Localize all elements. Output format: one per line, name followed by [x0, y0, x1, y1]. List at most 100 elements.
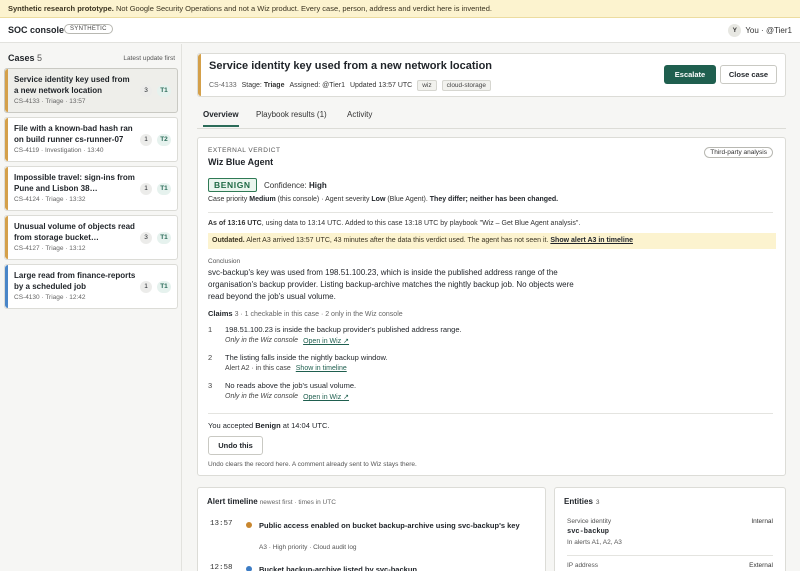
escalate-button[interactable]: Escalate	[664, 65, 716, 84]
entity-value: svc-backup	[567, 528, 610, 536]
case-card-title: Impossible travel: sign-ins from Pune an…	[14, 173, 135, 193]
undo-note: Undo clears the record here. A comment a…	[208, 461, 417, 468]
priority-comparison: Case priority Medium (this console) · Ag…	[208, 196, 559, 203]
tier-badge: T1	[157, 85, 171, 97]
claim-source-note: Alert A2 · in this case	[225, 365, 291, 372]
banner-text: Not Google Security Operations and not a…	[113, 4, 492, 13]
case-card-title: Service identity key used from a new net…	[14, 75, 130, 95]
claim-text: The listing falls inside the nightly bac…	[225, 353, 388, 362]
conclusion-text: svc-backup's key was used from 198.51.10…	[208, 268, 574, 301]
case-card-meta: CS-4130 · Triage · 12:42	[14, 294, 86, 301]
entities-card: Entities 3 Service identity Internal svc-ba…	[554, 487, 786, 571]
case-updated: Updated 13:57 UTC	[349, 82, 413, 89]
tier-badge: T1	[157, 232, 171, 244]
claim-source-note: Only in the Wiz console	[225, 393, 299, 400]
verdict-as-of: As of 13:16 UTC, using data to 13:14 UTC…	[208, 220, 581, 227]
claim-number: 2	[208, 353, 213, 362]
third-party-badge: Third-party analysis	[704, 147, 773, 158]
claim-number: 3	[208, 381, 213, 390]
alert-timeline-title: Alert timeline newest first · times in UT…	[207, 497, 336, 506]
avatar: Y	[728, 24, 742, 37]
top-bar: SOC console SYNTHETIC Y You · @Tier1	[0, 18, 800, 43]
case-card[interactable]: Service identity key used from a new net…	[4, 68, 178, 113]
user-label: You · @Tier1	[745, 26, 792, 35]
tab-overview[interactable]: Overview	[203, 110, 239, 127]
sort-order-label[interactable]: Latest update first	[123, 55, 175, 62]
outdated-warning: Outdated. Alert A3 arrived 13:57 UTC, 43…	[208, 233, 776, 249]
severity-dot-icon	[246, 566, 252, 571]
claim-text: No reads above the job's usual volume.	[225, 381, 357, 390]
prototype-banner: Synthetic research prototype. Not Google…	[0, 0, 800, 18]
case-title: Service identity key used from a new net…	[209, 60, 493, 72]
case-stage: Stage: Triage	[241, 82, 285, 89]
alert-count-badge: 3	[140, 85, 152, 97]
case-assignee: Assigned: @Tier1	[289, 82, 345, 89]
claims-heading: Claims 3 · 1 checkable in this case · 2 …	[208, 309, 403, 318]
external-verdict-card: EXTERNAL VERDICT Wiz Blue Agent Third-pa…	[197, 137, 786, 476]
timeline-event-meta: A3 · High priority · Cloud audit log	[259, 544, 357, 551]
show-alert-a3-link[interactable]: Show alert A3 in timeline	[550, 237, 633, 244]
divider	[567, 555, 773, 556]
claim-source: Only in the Wiz console Open in Wiz ↗	[225, 337, 349, 345]
confidence: Confidence: High	[264, 181, 327, 190]
entities-title: Entities 3	[564, 497, 600, 506]
entity-type: Service identity	[567, 518, 612, 525]
timeline-time: 12:58	[210, 564, 233, 571]
case-tabs: Overview Playbook results (1) Activity	[197, 107, 786, 129]
tab-activity[interactable]: Activity	[347, 110, 372, 125]
case-card[interactable]: File with a known-bad hash ran on build …	[4, 117, 178, 162]
verdict-badge: BENIGN	[208, 178, 257, 192]
tier-badge: T1	[157, 281, 171, 293]
claim-source: Only in the Wiz console Open in Wiz ↗	[225, 393, 349, 401]
open-in-wiz-link[interactable]: Open in Wiz ↗	[303, 393, 349, 401]
case-card-title: File with a known-bad hash ran on build …	[14, 124, 133, 144]
accepted-status: You accepted Benign at 14:04 UTC.	[208, 421, 330, 430]
divider	[208, 212, 773, 213]
case-card[interactable]: Impossible travel: sign-ins from Pune an…	[4, 166, 178, 211]
timeline-event: Bucket backup-archive listed by svc-back…	[259, 565, 417, 571]
tab-playbook-results[interactable]: Playbook results (1)	[256, 110, 327, 125]
user-menu[interactable]: Y You · @Tier1	[728, 24, 792, 37]
show-in-timeline-link[interactable]: Show in timeline	[296, 365, 347, 372]
external-verdict-label: EXTERNAL VERDICT	[208, 147, 281, 154]
case-card-meta: CS-4127 · Triage · 13:12	[14, 245, 86, 252]
agent-name: Wiz Blue Agent	[208, 157, 274, 167]
case-card-meta: CS-4119 · Investigation · 13:40	[14, 147, 104, 154]
alert-count-badge: 1	[140, 281, 152, 293]
entity-scope: Internal	[751, 518, 773, 525]
case-card-meta: CS-4133 · Triage · 13:57	[14, 98, 86, 105]
case-id: CS-4133	[209, 82, 237, 89]
tier-badge: T2	[157, 134, 171, 146]
case-header: Service identity key used from a new net…	[197, 53, 786, 97]
conclusion-label: Conclusion	[208, 258, 241, 265]
severity-dot-icon	[246, 522, 252, 528]
tag-cloud-storage: cloud-storage	[441, 80, 492, 91]
cases-sidebar: Cases 5 Latest update first Service iden…	[0, 44, 182, 571]
undo-button[interactable]: Undo this	[208, 436, 263, 455]
alert-count-badge: 1	[140, 183, 152, 195]
entity-scope: External	[749, 562, 773, 569]
timeline-time: 13:57	[210, 520, 233, 528]
case-card[interactable]: Unusual volume of objects read from stor…	[4, 215, 178, 260]
tag-wiz: wiz	[417, 80, 437, 91]
cases-count: 5	[37, 53, 43, 63]
synthetic-badge: SYNTHETIC	[64, 24, 113, 34]
close-case-button[interactable]: Close case	[720, 65, 777, 84]
divider	[208, 413, 773, 414]
claim-source: Alert A2 · in this case Show in timeline	[225, 365, 347, 372]
app-brand: SOC console	[8, 25, 65, 35]
entity-type: IP address	[567, 562, 598, 569]
cases-heading: Cases 5	[8, 53, 43, 63]
claim-text: 198.51.100.23 is inside the backup provi…	[225, 325, 462, 334]
case-card-title: Unusual volume of objects read from stor…	[14, 222, 135, 242]
case-meta: CS-4133 Stage: Triage Assigned: @Tier1 U…	[209, 80, 492, 91]
case-card-meta: CS-4124 · Triage · 13:32	[14, 196, 86, 203]
entity-alerts: In alerts A1, A2, A3	[567, 539, 622, 546]
alert-count-badge: 3	[140, 232, 152, 244]
case-card[interactable]: Large read from finance-reports by a sch…	[4, 264, 178, 309]
open-in-wiz-link[interactable]: Open in Wiz ↗	[303, 337, 349, 345]
tier-badge: T1	[157, 183, 171, 195]
alert-timeline-card: Alert timeline newest first · times in UT…	[197, 487, 546, 571]
case-detail: Service identity key used from a new net…	[183, 44, 800, 571]
claim-source-note: Only in the Wiz console	[225, 337, 299, 344]
